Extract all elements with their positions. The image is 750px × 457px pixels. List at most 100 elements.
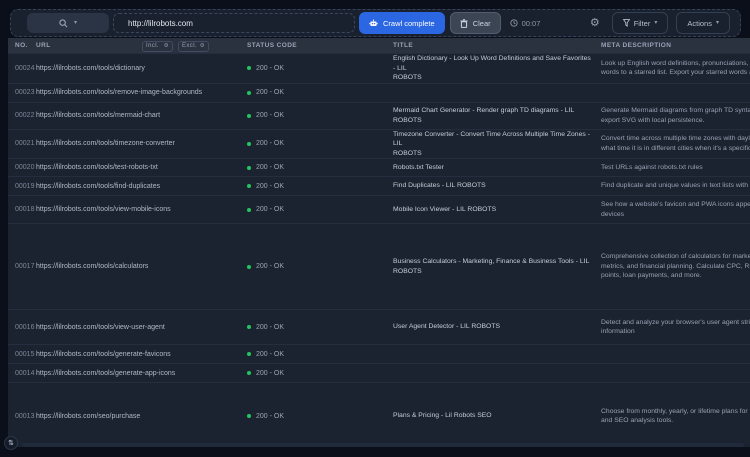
funnel-icon	[623, 19, 630, 27]
row-number: 00024	[8, 65, 36, 72]
row-status: 200 - OK	[247, 413, 393, 420]
table-row[interactable]: 00023 https://lilrobots.com/tools/remove…	[8, 84, 750, 103]
chevron-down-icon: ▾	[654, 20, 657, 26]
crawl-complete-button[interactable]: Crawl complete	[359, 12, 445, 34]
status-ok-dot	[247, 166, 251, 170]
row-status: 200 - OK	[247, 370, 393, 377]
row-url: https://lilrobots.com/tools/calculators	[36, 263, 247, 270]
row-meta: Find duplicate and unique values in text…	[601, 181, 750, 191]
actions-button[interactable]: Actions ▾	[676, 12, 730, 34]
row-meta: Look up English word definitions, pronun…	[601, 59, 750, 78]
row-title: User Agent Detector - LIL ROBOTS	[393, 322, 601, 332]
clock-icon	[510, 19, 518, 27]
row-status: 200 - OK	[247, 65, 393, 72]
row-meta: Detect and analyze your browser's user a…	[601, 318, 750, 337]
table-row[interactable]: 00016 https://lilrobots.com/tools/view-u…	[8, 310, 750, 345]
status-text: 200 - OK	[256, 263, 284, 270]
table-row[interactable]: 00018 https://lilrobots.com/tools/view-m…	[8, 196, 750, 224]
scroll-arrows-icon[interactable]: ⇅	[4, 436, 18, 450]
row-number: 00016	[8, 324, 36, 331]
row-number: 00021	[8, 140, 36, 147]
url-input[interactable]	[113, 13, 355, 33]
row-number: 00019	[8, 183, 36, 190]
status-text: 200 - OK	[256, 351, 284, 358]
column-header-status: STATUS CODE	[247, 42, 393, 49]
table-body: 00024 https://lilrobots.com/tools/dictio…	[8, 54, 750, 447]
exclude-filter-input[interactable]: Excl. ⚙	[178, 41, 209, 52]
gear-icon[interactable]: ⚙	[164, 43, 169, 49]
row-status: 200 - OK	[247, 140, 393, 147]
chevron-down-icon: ▾	[716, 20, 719, 26]
row-title: Robots.txt Tester	[393, 163, 601, 173]
row-meta: Convert time across multiple time zones …	[601, 134, 750, 153]
table-row[interactable]: 00022 https://lilrobots.com/tools/mermai…	[8, 103, 750, 130]
row-url: https://lilrobots.com/tools/dictionary	[36, 65, 247, 72]
table-row[interactable]: 00020 https://lilrobots.com/tools/test-r…	[8, 159, 750, 177]
status-ok-dot	[247, 352, 251, 356]
table-header-row: NO. URL STATUS CODE TITLE META DESCRIPTI…	[8, 38, 750, 54]
clear-button[interactable]: Clear	[450, 12, 501, 34]
search-mode-select[interactable]: ▾	[27, 13, 109, 33]
table-row[interactable]: 00013 https://lilrobots.com/seo/purchase…	[8, 383, 750, 447]
table-row[interactable]: 00015 https://lilrobots.com/tools/genera…	[8, 345, 750, 364]
table-row[interactable]: 00021 https://lilrobots.com/tools/timezo…	[8, 130, 750, 160]
row-url: https://lilrobots.com/seo/purchase	[36, 413, 247, 420]
settings-gear-icon[interactable]: ⚙	[590, 18, 600, 29]
status-ok-dot	[247, 265, 251, 269]
search-icon	[59, 19, 68, 28]
row-number: 00017	[8, 263, 36, 270]
row-title: Mobile Icon Viewer - LIL ROBOTS	[393, 205, 601, 215]
status-text: 200 - OK	[256, 413, 284, 420]
exclude-filter-label: Excl.	[182, 43, 197, 49]
row-title: English Dictionary - Look Up Word Defini…	[393, 54, 601, 83]
actions-label: Actions	[687, 19, 712, 28]
status-ok-dot	[247, 414, 251, 418]
row-number: 00014	[8, 370, 36, 377]
row-meta: Generate Mermaid diagrams from graph TD …	[601, 106, 750, 125]
status-ok-dot	[247, 114, 251, 118]
chevron-down-icon: ▾	[74, 20, 77, 26]
row-status: 200 - OK	[247, 324, 393, 331]
status-ok-dot	[247, 142, 251, 146]
row-url: https://lilrobots.com/tools/generate-fav…	[36, 351, 247, 358]
table-row[interactable]: 00019 https://lilrobots.com/tools/find-d…	[8, 177, 750, 196]
table-row[interactable]: 00024 https://lilrobots.com/tools/dictio…	[8, 54, 750, 84]
row-url: https://lilrobots.com/tools/view-mobile-…	[36, 206, 247, 213]
status-text: 200 - OK	[256, 164, 284, 171]
filter-button[interactable]: Filter ▾	[612, 12, 669, 34]
crawl-toolbar: ▾ Crawl complete Clear 00:07 ⚙ Filter ▾ …	[10, 9, 741, 37]
column-header-title: TITLE	[393, 42, 601, 49]
include-filter-input[interactable]: Incl. ⚙	[142, 41, 173, 52]
row-url: https://lilrobots.com/tools/mermaid-char…	[36, 112, 247, 119]
filter-label: Filter	[634, 19, 651, 28]
gear-icon[interactable]: ⚙	[200, 43, 205, 49]
timer-value: 00:07	[522, 19, 541, 28]
status-ok-dot	[247, 91, 251, 95]
row-url: https://lilrobots.com/tools/find-duplica…	[36, 183, 247, 190]
results-table: NO. URL STATUS CODE TITLE META DESCRIPTI…	[8, 38, 750, 447]
status-text: 200 - OK	[256, 89, 284, 96]
row-meta: Comprehensive collection of calculators …	[601, 252, 750, 281]
crawl-complete-label: Crawl complete	[383, 19, 435, 28]
status-text: 200 - OK	[256, 65, 284, 72]
table-row[interactable]: 00014 https://lilrobots.com/tools/genera…	[8, 364, 750, 383]
row-status: 200 - OK	[247, 164, 393, 171]
status-text: 200 - OK	[256, 370, 284, 377]
row-url: https://lilrobots.com/tools/view-user-ag…	[36, 324, 247, 331]
row-url: https://lilrobots.com/tools/generate-app…	[36, 370, 247, 377]
row-title: Business Calculators - Marketing, Financ…	[393, 257, 601, 276]
row-number: 00023	[8, 89, 36, 96]
row-status: 200 - OK	[247, 112, 393, 119]
status-text: 200 - OK	[256, 206, 284, 213]
row-number: 00013	[8, 413, 36, 420]
horizontal-scrollbar[interactable]	[22, 443, 744, 447]
row-meta: See how a website's favicon and PWA icon…	[601, 200, 750, 219]
status-ok-dot	[247, 371, 251, 375]
row-number: 00022	[8, 112, 36, 119]
row-title: Plans & Pricing - Lil Robots SEO	[393, 411, 601, 421]
row-status: 200 - OK	[247, 206, 393, 213]
status-ok-dot	[247, 325, 251, 329]
status-ok-dot	[247, 184, 251, 188]
table-row[interactable]: 00017 https://lilrobots.com/tools/calcul…	[8, 224, 750, 310]
status-text: 200 - OK	[256, 324, 284, 331]
